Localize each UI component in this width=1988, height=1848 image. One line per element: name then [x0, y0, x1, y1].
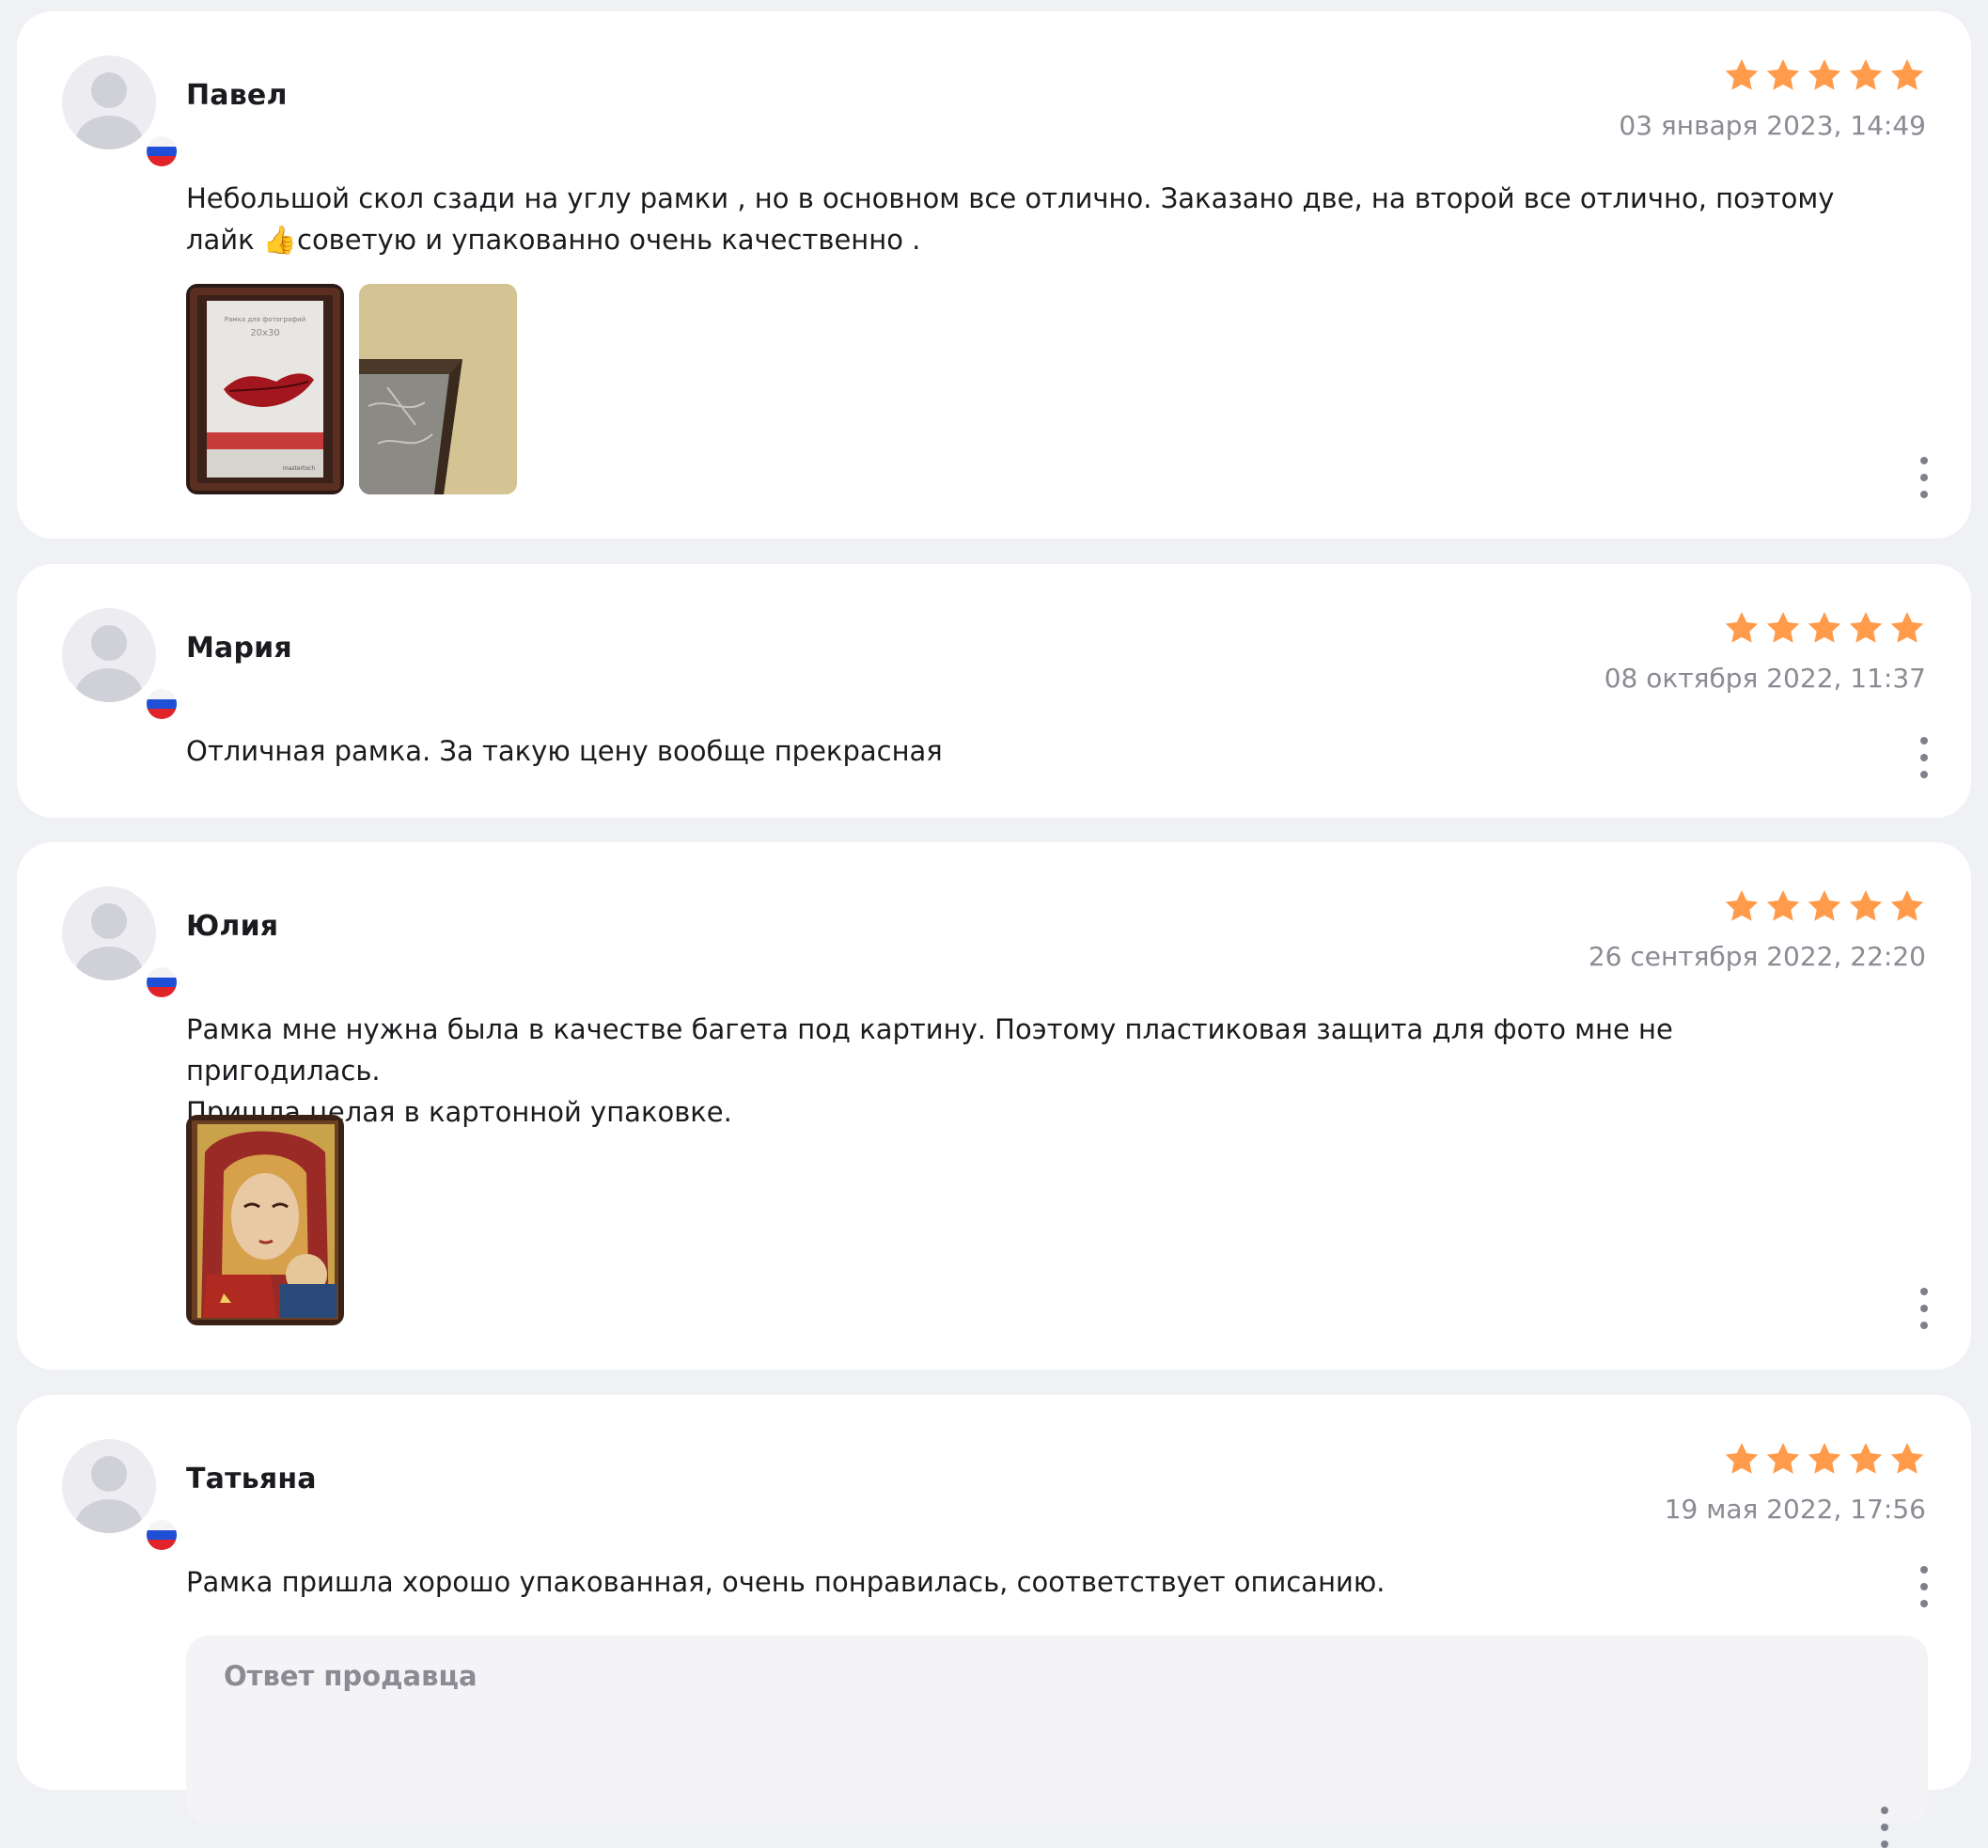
- review-text: Небольшой скол сзади на углу рамки , но …: [186, 178, 1840, 260]
- star-icon: [1847, 1440, 1885, 1478]
- review-date: 08 октября 2022, 11:37: [1604, 663, 1926, 694]
- star-icon: [1888, 609, 1926, 647]
- photo-frame-size: 20x30: [250, 328, 279, 338]
- star-icon: [1888, 887, 1926, 925]
- star-icon: [1764, 56, 1802, 94]
- star-icon: [1806, 1440, 1843, 1478]
- review-date: 26 сентября 2022, 22:20: [1588, 941, 1926, 972]
- review-text-line: лайк 👍советую и упакованно очень качеств…: [186, 219, 1840, 260]
- review-author: Татьяна: [186, 1463, 317, 1496]
- review-card: Юлия 26 сентября 2022, 22:20 Рамка мне н…: [17, 842, 1971, 1370]
- review-author: Юлия: [186, 910, 279, 943]
- review-author: Павел: [186, 79, 288, 112]
- more-options-button[interactable]: [1913, 737, 1935, 778]
- review-text-line: Пришла целая в картонной упаковке.: [186, 1096, 732, 1128]
- russia-flag-icon: [143, 133, 180, 170]
- star-icon: [1806, 609, 1843, 647]
- rating-stars: [1723, 887, 1926, 925]
- star-icon: [1764, 1440, 1802, 1478]
- russia-flag-icon: [143, 963, 180, 1001]
- star-icon: [1764, 887, 1802, 925]
- review-text: Рамка пришла хорошо упакованная, очень п…: [186, 1566, 1385, 1598]
- russia-flag-icon: [143, 685, 180, 723]
- review-photo-thumbnail[interactable]: Рамка для фотографий 20x30 mastertoch: [186, 284, 344, 494]
- review-photos: [186, 1115, 344, 1325]
- rating-stars: [1723, 609, 1926, 647]
- review-text: Отличная рамка. За такую цену вообще пре…: [186, 735, 943, 767]
- review-text-part: советую и упакованно очень качественно .: [297, 224, 921, 256]
- user-avatar-icon: [62, 608, 156, 702]
- photo-frame-caption: Рамка для фотографий: [225, 316, 305, 323]
- star-icon: [1723, 609, 1761, 647]
- review-text-line: Небольшой скол сзади на углу рамки , но …: [186, 182, 1835, 214]
- photo-frame-brand: mastertoch: [283, 465, 315, 472]
- seller-reply: Ответ продавца: [186, 1636, 1928, 1848]
- review-photo-thumbnail[interactable]: [186, 1115, 344, 1325]
- russia-flag-icon: [143, 1516, 180, 1554]
- review-card: Мария 08 октября 2022, 11:37 Отличная ра…: [17, 564, 1971, 818]
- review-photos: Рамка для фотографий 20x30 mastertoch: [186, 284, 517, 494]
- user-avatar-icon: [62, 886, 156, 980]
- star-icon: [1723, 1440, 1761, 1478]
- more-options-button[interactable]: [1913, 1566, 1935, 1607]
- review-text-part: лайк: [186, 224, 263, 256]
- user-avatar-icon: [62, 55, 156, 149]
- star-icon: [1888, 56, 1926, 94]
- review-author: Мария: [186, 632, 292, 665]
- user-avatar-icon: [62, 1439, 156, 1533]
- rating-stars: [1723, 1440, 1926, 1478]
- star-icon: [1806, 887, 1843, 925]
- more-options-button[interactable]: [1913, 1288, 1935, 1329]
- review-photo-thumbnail[interactable]: [359, 284, 517, 494]
- rating-stars: [1723, 56, 1926, 94]
- star-icon: [1723, 887, 1761, 925]
- thumbs-up-emoji: 👍: [262, 224, 297, 256]
- star-icon: [1847, 56, 1885, 94]
- review-card: Татьяна 19 мая 2022, 17:56 Рамка пришла …: [17, 1395, 1971, 1848]
- seller-reply-more-button[interactable]: [1873, 1807, 1896, 1848]
- more-options-button[interactable]: [1913, 457, 1935, 498]
- seller-reply-title: Ответ продавца: [224, 1660, 477, 1692]
- star-icon: [1847, 887, 1885, 925]
- review-date: 19 мая 2022, 17:56: [1664, 1494, 1926, 1525]
- star-icon: [1723, 56, 1761, 94]
- review-card: Павел 03 января 2023, 14:49 Небольшой ск…: [17, 11, 1971, 539]
- review-date: 03 января 2023, 14:49: [1619, 110, 1926, 141]
- star-icon: [1847, 609, 1885, 647]
- star-icon: [1888, 1440, 1926, 1478]
- star-icon: [1764, 609, 1802, 647]
- review-text-line: Рамка мне нужна была в качестве багета п…: [186, 1013, 1673, 1087]
- review-text: Рамка мне нужна была в качестве багета п…: [186, 1009, 1840, 1133]
- star-icon: [1806, 56, 1843, 94]
